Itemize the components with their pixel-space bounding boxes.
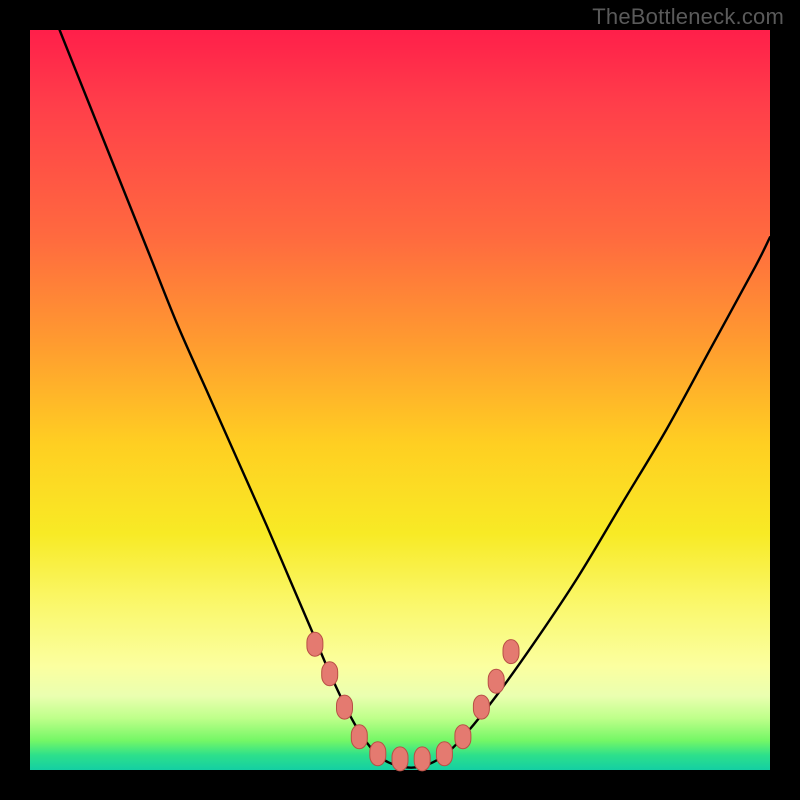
- trough-marker: [392, 747, 408, 771]
- bottleneck-curve: [60, 30, 770, 768]
- trough-marker: [436, 742, 452, 766]
- trough-marker: [370, 742, 386, 766]
- trough-markers: [307, 632, 519, 771]
- chart-frame: TheBottleneck.com: [0, 0, 800, 800]
- trough-marker: [351, 725, 367, 749]
- trough-marker: [322, 662, 338, 686]
- trough-marker: [455, 725, 471, 749]
- watermark-text: TheBottleneck.com: [592, 4, 784, 30]
- trough-marker: [503, 640, 519, 664]
- plot-area: [30, 30, 770, 770]
- trough-marker: [414, 747, 430, 771]
- curve-layer: [30, 30, 770, 770]
- trough-marker: [488, 669, 504, 693]
- trough-marker: [337, 695, 353, 719]
- trough-marker: [473, 695, 489, 719]
- trough-marker: [307, 632, 323, 656]
